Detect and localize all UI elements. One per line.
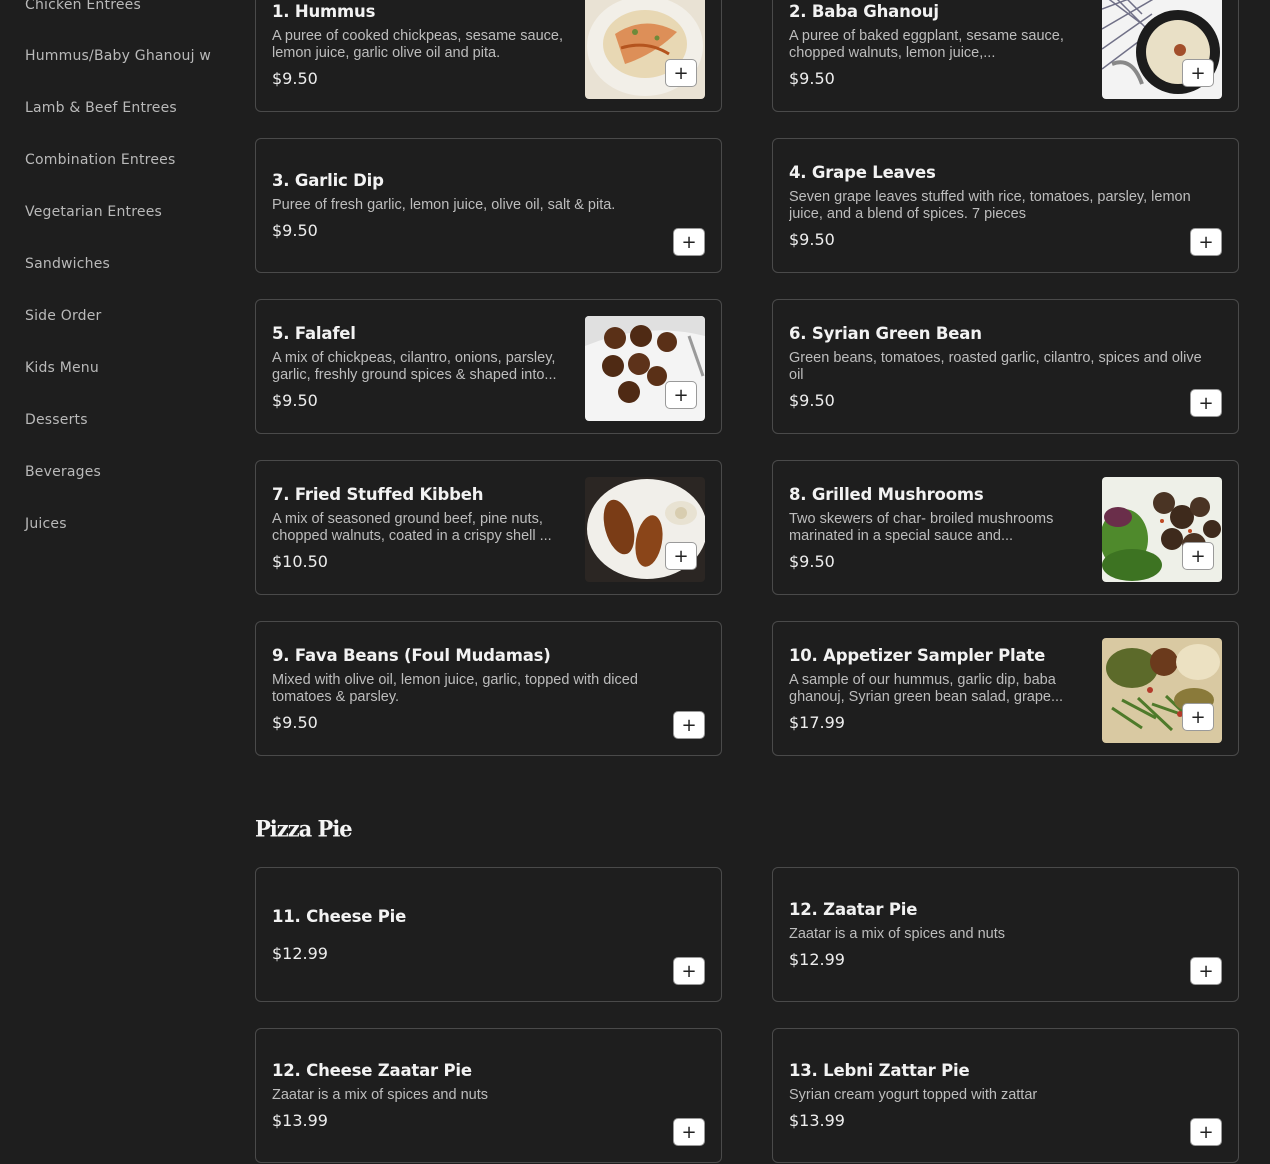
add-to-cart-button[interactable]: + <box>673 957 705 985</box>
menu-item-card[interactable]: 9. Fava Beans (Foul Mudamas) Mixed with … <box>255 621 722 756</box>
menu-item-card[interactable]: 2. Baba Ghanouj A puree of baked eggplan… <box>772 0 1239 112</box>
menu-item-name: 4. Grape Leaves <box>789 162 936 182</box>
add-to-cart-button[interactable]: + <box>665 381 697 409</box>
add-to-cart-button[interactable]: + <box>673 1118 705 1146</box>
menu-item-name: 3. Garlic Dip <box>272 171 384 190</box>
menu-item-price: $12.99 <box>789 950 845 969</box>
menu-item-description: Zaatar is a mix of spices and nuts <box>789 926 1005 942</box>
menu-item-name: 5. Falafel <box>272 323 356 343</box>
menu-item-card[interactable]: 12. Zaatar Pie Zaatar is a mix of spices… <box>772 867 1239 1002</box>
add-to-cart-button[interactable]: + <box>673 228 705 256</box>
menu-item-card[interactable]: 3. Garlic Dip Puree of fresh garlic, lem… <box>255 138 722 273</box>
add-to-cart-button[interactable]: + <box>1190 389 1222 417</box>
add-to-cart-button[interactable]: + <box>1182 542 1214 570</box>
add-to-cart-button[interactable]: + <box>673 711 705 739</box>
menu-item-description: Puree of fresh garlic, lemon juice, oliv… <box>272 197 616 213</box>
menu-item-text: 12. Cheese Zaatar Pie Zaatar is a mix of… <box>272 1029 692 1162</box>
menu-item-description: Zaatar is a mix of spices and nuts <box>272 1087 488 1103</box>
menu-item-description: Seven grape leaves stuffed with rice, to… <box>789 188 1191 222</box>
sidebar-item-kids-menu[interactable]: Kids Menu <box>25 360 99 376</box>
menu-item-price: $9.50 <box>789 390 835 410</box>
menu-item-name: 12. Cheese Zaatar Pie <box>272 1061 472 1080</box>
menu-item-description: Green beans, tomatoes, roasted garlic, c… <box>789 349 1202 383</box>
menu-item-text: 9. Fava Beans (Foul Mudamas) Mixed with … <box>272 622 692 755</box>
menu-item-description: Two skewers of char- broiled mushrooms m… <box>789 510 1054 544</box>
menu-item-description: A sample of our hummus, garlic dip, baba… <box>789 671 1064 705</box>
menu-item-card[interactable]: 10. Appetizer Sampler Plate A sample of … <box>772 621 1239 756</box>
menu-item-name: 11. Cheese Pie <box>272 906 407 926</box>
menu-item-card[interactable]: 8. Grilled Mushrooms Two skewers of char… <box>772 460 1239 595</box>
sidebar-item-hummus-baby-ghanouj[interactable]: Hummus/Baby Ghanouj w <box>25 48 211 64</box>
menu-item-name: 1. Hummus <box>272 1 376 21</box>
sidebar-item-juices[interactable]: Juices <box>25 516 67 532</box>
menu-item-text: 5. Falafel A mix of chickpeas, cilantro,… <box>272 300 580 433</box>
menu-item-card[interactable]: 11. Cheese Pie $12.99 + <box>255 867 722 1002</box>
menu-item-price: $9.50 <box>789 68 835 88</box>
menu-item-card[interactable]: 12. Cheese Zaatar Pie Zaatar is a mix of… <box>255 1028 722 1163</box>
menu-item-text: 4. Grape Leaves Seven grape leaves stuff… <box>789 139 1209 272</box>
menu-item-name: 2. Baba Ghanouj <box>789 1 939 21</box>
sidebar-item-combination-entrees[interactable]: Combination Entrees <box>25 152 175 168</box>
menu-item-description: Syrian cream yogurt topped with zattar <box>789 1087 1038 1103</box>
menu-item-card[interactable]: 6. Syrian Green Bean Green beans, tomato… <box>772 299 1239 434</box>
menu-item-text: 12. Zaatar Pie Zaatar is a mix of spices… <box>789 868 1209 1001</box>
add-to-cart-button[interactable]: + <box>1182 703 1214 731</box>
section-title-pizza-pie: Pizza Pie <box>255 815 353 842</box>
menu-item-price: $9.50 <box>272 221 318 240</box>
menu-item-card[interactable]: 5. Falafel A mix of chickpeas, cilantro,… <box>255 299 722 434</box>
menu-item-description: A puree of cooked chickpeas, sesame sauc… <box>272 27 563 61</box>
menu-item-description: A mix of chickpeas, cilantro, onions, pa… <box>272 349 557 383</box>
menu-item-name: 6. Syrian Green Bean <box>789 323 982 343</box>
sidebar-item-lamb-beef-entrees[interactable]: Lamb & Beef Entrees <box>25 100 177 116</box>
menu-item-price: $12.99 <box>272 943 328 963</box>
sidebar-item-vegetarian-entrees[interactable]: Vegetarian Entrees <box>25 204 162 220</box>
menu-item-price: $13.99 <box>272 1111 328 1130</box>
menu-item-name: 7. Fried Stuffed Kibbeh <box>272 484 484 504</box>
menu-content: 1. Hummus A puree of cooked chickpeas, s… <box>255 0 1241 1164</box>
menu-item-description: Mixed with olive oil, lemon juice, garli… <box>272 671 638 705</box>
menu-item-text: 11. Cheese Pie $12.99 <box>272 868 692 1001</box>
add-to-cart-button[interactable]: + <box>1190 228 1222 256</box>
add-to-cart-button[interactable]: + <box>665 59 697 87</box>
menu-item-price: $13.99 <box>789 1111 845 1130</box>
menu-item-name: 8. Grilled Mushrooms <box>789 484 984 504</box>
menu-item-description: A puree of baked eggplant, sesame sauce,… <box>789 27 1064 61</box>
menu-item-price: $9.50 <box>789 551 835 571</box>
menu-item-price: $17.99 <box>789 712 845 732</box>
menu-item-price: $9.50 <box>789 229 835 249</box>
sidebar-item-desserts[interactable]: Desserts <box>25 412 88 428</box>
menu-item-name: 12. Zaatar Pie <box>789 900 918 919</box>
menu-item-card[interactable]: 4. Grape Leaves Seven grape leaves stuff… <box>772 138 1239 273</box>
menu-item-price: $9.50 <box>272 68 318 88</box>
menu-item-name: 13. Lebni Zattar Pie <box>789 1061 970 1080</box>
add-to-cart-button[interactable]: + <box>665 542 697 570</box>
add-to-cart-button[interactable]: + <box>1190 1118 1222 1146</box>
menu-item-text: 8. Grilled Mushrooms Two skewers of char… <box>789 461 1097 594</box>
menu-item-card[interactable]: 1. Hummus A puree of cooked chickpeas, s… <box>255 0 722 112</box>
sidebar-item-sandwiches[interactable]: Sandwiches <box>25 256 110 272</box>
menu-item-price: $10.50 <box>272 551 328 571</box>
add-to-cart-button[interactable]: + <box>1182 59 1214 87</box>
menu-item-text: 1. Hummus A puree of cooked chickpeas, s… <box>272 0 580 111</box>
menu-item-text: 7. Fried Stuffed Kibbeh A mix of seasone… <box>272 461 580 594</box>
menu-item-text: 2. Baba Ghanouj A puree of baked eggplan… <box>789 0 1097 111</box>
menu-item-text: 13. Lebni Zattar Pie Syrian cream yogurt… <box>789 1029 1209 1162</box>
menu-item-price: $9.50 <box>272 390 318 410</box>
menu-item-text: 10. Appetizer Sampler Plate A sample of … <box>789 622 1097 755</box>
menu-item-text: 6. Syrian Green Bean Green beans, tomato… <box>789 300 1209 433</box>
add-to-cart-button[interactable]: + <box>1190 957 1222 985</box>
menu-item-text: 3. Garlic Dip Puree of fresh garlic, lem… <box>272 139 692 272</box>
menu-item-description: A mix of seasoned ground beef, pine nuts… <box>272 510 552 544</box>
sidebar-item-beverages[interactable]: Beverages <box>25 464 101 480</box>
sidebar-item-chicken-entrees[interactable]: Chicken Entrees <box>25 0 141 13</box>
menu-item-card[interactable]: 13. Lebni Zattar Pie Syrian cream yogurt… <box>772 1028 1239 1163</box>
menu-item-name: 10. Appetizer Sampler Plate <box>789 645 1046 665</box>
menu-item-name: 9. Fava Beans (Foul Mudamas) <box>272 645 551 665</box>
category-sidebar: Chicken Entrees Hummus/Baby Ghanouj w La… <box>0 0 235 1164</box>
sidebar-item-side-order[interactable]: Side Order <box>25 308 102 324</box>
menu-item-price: $9.50 <box>272 712 318 732</box>
menu-item-card[interactable]: 7. Fried Stuffed Kibbeh A mix of seasone… <box>255 460 722 595</box>
